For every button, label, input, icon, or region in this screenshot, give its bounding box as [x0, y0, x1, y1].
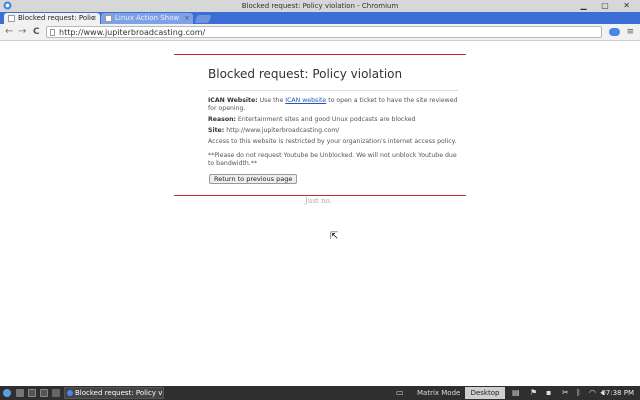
site-line: Site: http://www.jupiterbroadcasting.com…: [208, 127, 458, 135]
blocked-request-card: Blocked request: Policy violation ICAN W…: [174, 54, 466, 196]
return-button[interactable]: Return to previous page: [209, 174, 298, 184]
reload-button[interactable]: C: [33, 26, 40, 38]
window-title: Blocked request: Policy violation - Chro…: [241, 2, 399, 10]
reason-text: Entertainment sites and good Unux podcas…: [237, 116, 416, 123]
tab-blocked-request[interactable]: Blocked request: Polic ×: [4, 13, 100, 24]
reason-label: Reason:: [208, 116, 236, 123]
restriction-text: Access to this website is restricted by …: [208, 138, 457, 145]
network-icon[interactable]: ▭: [396, 389, 404, 397]
notes-icon[interactable]: ▤: [512, 389, 520, 397]
page-favicon-icon: [8, 15, 15, 22]
reason-line: Reason: Entertainment sites and good Unu…: [208, 116, 458, 124]
tab-close-icon[interactable]: ×: [184, 13, 190, 24]
page-title: Blocked request: Policy violation: [208, 67, 403, 81]
file-manager-icon[interactable]: [52, 389, 60, 397]
tab-strip: Blocked request: Polic × Linux Action Sh…: [0, 12, 640, 24]
back-button[interactable]: ←: [5, 26, 13, 38]
youtube-note: **Please do not request Youtube be Unblo…: [208, 152, 457, 167]
url-text[interactable]: http://www.jupiterbroadcasting.com/: [59, 27, 205, 38]
address-bar[interactable]: http://www.jupiterbroadcasting.com/: [46, 26, 602, 38]
workspace-2-icon[interactable]: [40, 389, 48, 397]
icann-label: ICAN Website:: [208, 97, 258, 104]
just-no-text: Just no.: [305, 197, 332, 205]
icann-line: ICAN Website: Use the ICAN website to op…: [208, 97, 458, 113]
wifi-icon[interactable]: ◠: [589, 389, 596, 397]
bluetooth-icon[interactable]: ᛒ: [576, 389, 581, 397]
tab-label: Linux Action Show: [115, 14, 180, 22]
browser-toolbar: ← → C http://www.jupiterbroadcasting.com…: [0, 24, 640, 41]
taskbar: Blocked request: Policy viola ▭ Matrix M…: [0, 386, 640, 400]
scissors-icon[interactable]: ✂: [562, 389, 569, 397]
taskbar-window-item[interactable]: Blocked request: Policy viola: [64, 387, 164, 399]
mouse-cursor-icon: ⇱: [330, 231, 339, 242]
menu-button[interactable]: ≡: [626, 27, 634, 37]
terminal-icon[interactable]: [16, 389, 24, 397]
app-icon[interactable]: ▪: [546, 389, 551, 397]
tab-linux-action-show[interactable]: Linux Action Show ×: [101, 13, 193, 24]
flag-icon[interactable]: ⚑: [530, 389, 537, 397]
tab-close-icon[interactable]: ×: [91, 13, 97, 24]
icann-pre: Use the: [259, 97, 284, 104]
site-label: Site:: [208, 127, 225, 134]
tab-label: Blocked request: Polic: [18, 14, 95, 22]
new-tab-button[interactable]: [194, 15, 212, 23]
forward-button[interactable]: →: [18, 26, 26, 38]
window-controls[interactable]: ▁ ▢ ✕: [581, 1, 637, 11]
site-text: http://www.jupiterbroadcasting.com/: [226, 127, 340, 134]
matrix-mode-label[interactable]: Matrix Mode: [417, 387, 460, 399]
desktop-button[interactable]: Desktop: [465, 387, 505, 399]
divider: [208, 90, 458, 91]
page-favicon-icon: [105, 15, 112, 22]
start-menu-icon[interactable]: [3, 389, 11, 397]
clock[interactable]: 07:38 PM: [601, 387, 634, 399]
taskbar-window-label: Blocked request: Policy viola: [75, 389, 164, 397]
extension-icon[interactable]: [609, 28, 620, 36]
icann-website-link[interactable]: ICAN website: [285, 97, 326, 104]
workspace-1-icon[interactable]: [28, 389, 36, 397]
message-body: ICAN Website: Use the ICAN website to op…: [208, 97, 458, 171]
chromium-icon: [67, 390, 73, 396]
page-icon: [50, 29, 55, 36]
